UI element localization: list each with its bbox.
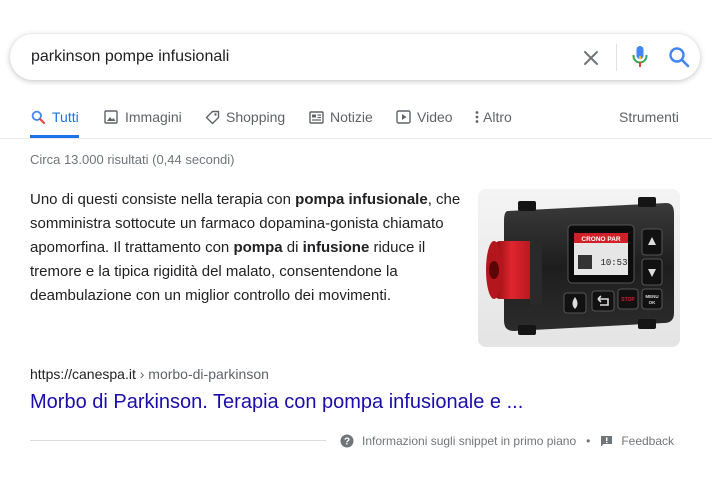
- feedback-icon: [601, 435, 613, 446]
- featured-snippet-text: Uno di questi consiste nella terapia con…: [30, 188, 465, 308]
- help-icon: ?: [340, 434, 354, 448]
- tools-button[interactable]: Strumenti: [619, 106, 679, 138]
- footer-separator: •: [586, 434, 591, 448]
- tab-label: Notizie: [330, 109, 373, 125]
- tab-immagini[interactable]: Immagini: [103, 106, 182, 138]
- tools-label: Strumenti: [619, 109, 679, 125]
- snippet-image[interactable]: CRONO PAR 10:53 STOP MENU OK: [478, 189, 680, 347]
- pump-stop-label: STOP: [621, 297, 635, 303]
- search-tabs: Tutti Immagini Shopping Notizie Video Al…: [30, 106, 690, 138]
- tab-label: Video: [417, 109, 453, 125]
- tab-label: Tutti: [52, 109, 79, 125]
- search-input[interactable]: [31, 47, 551, 67]
- search-bar: [10, 34, 700, 80]
- svg-text:?: ?: [344, 437, 350, 448]
- snippet-highlight: pompa: [233, 239, 283, 256]
- svg-text:MENU: MENU: [645, 294, 658, 299]
- result-domain: https://canespa.it: [30, 366, 136, 382]
- tab-notizie[interactable]: Notizie: [308, 106, 373, 138]
- pump-screen-text: CRONO PAR: [581, 236, 621, 243]
- snippet-text-part: Uno di questi consiste nella terapia con: [30, 191, 296, 208]
- tab-shopping[interactable]: Shopping: [204, 106, 285, 138]
- snippet-info-link[interactable]: ? Informazioni sugli snippet in primo pi…: [340, 434, 576, 448]
- search-button[interactable]: [667, 45, 691, 69]
- search-divider: [616, 44, 617, 71]
- snippet-highlight: pompa infusionale: [295, 191, 428, 208]
- news-icon: [308, 106, 324, 128]
- tab-tutti[interactable]: Tutti: [30, 106, 79, 138]
- tab-label: Altro: [483, 109, 512, 125]
- search-icon: [30, 106, 46, 128]
- microphone-icon: [632, 46, 648, 67]
- tab-video[interactable]: Video: [395, 106, 453, 138]
- result-path: › morbo-di-parkinson: [135, 366, 269, 382]
- tabs-divider: [0, 138, 712, 139]
- voice-search-button[interactable]: [628, 45, 652, 69]
- result-stats: Circa 13.000 risultati (0,44 secondi): [30, 152, 235, 167]
- snippet-highlight: infusione: [302, 239, 370, 256]
- infusion-pump-image: CRONO PAR 10:53 STOP MENU OK: [478, 189, 680, 347]
- snippet-info-label: Informazioni sugli snippet in primo pian…: [362, 434, 577, 448]
- result-url[interactable]: https://canespa.it › morbo-di-parkinson: [30, 366, 269, 382]
- svg-text:OK: OK: [649, 300, 657, 305]
- close-icon: [584, 51, 598, 65]
- feedback-link[interactable]: Feedback: [600, 434, 674, 448]
- feedback-label: Feedback: [621, 434, 675, 448]
- tag-icon: [204, 106, 220, 128]
- clear-button[interactable]: [579, 46, 603, 70]
- play-icon: [395, 106, 411, 128]
- tab-label: Shopping: [226, 109, 286, 125]
- pump-screen-time: 10:53: [600, 258, 627, 268]
- result-title-link[interactable]: Morbo di Parkinson. Terapia con pompa in…: [30, 391, 523, 414]
- footer-divider: [30, 440, 326, 441]
- search-icon: [669, 47, 690, 68]
- image-icon: [103, 106, 119, 128]
- tab-altro[interactable]: Altro: [474, 106, 512, 138]
- snippet-footer: ? Informazioni sugli snippet in primo pi…: [340, 431, 674, 451]
- snippet-text-part: di: [282, 239, 303, 256]
- tab-label: Immagini: [125, 109, 182, 125]
- more-vert-icon: [474, 106, 480, 128]
